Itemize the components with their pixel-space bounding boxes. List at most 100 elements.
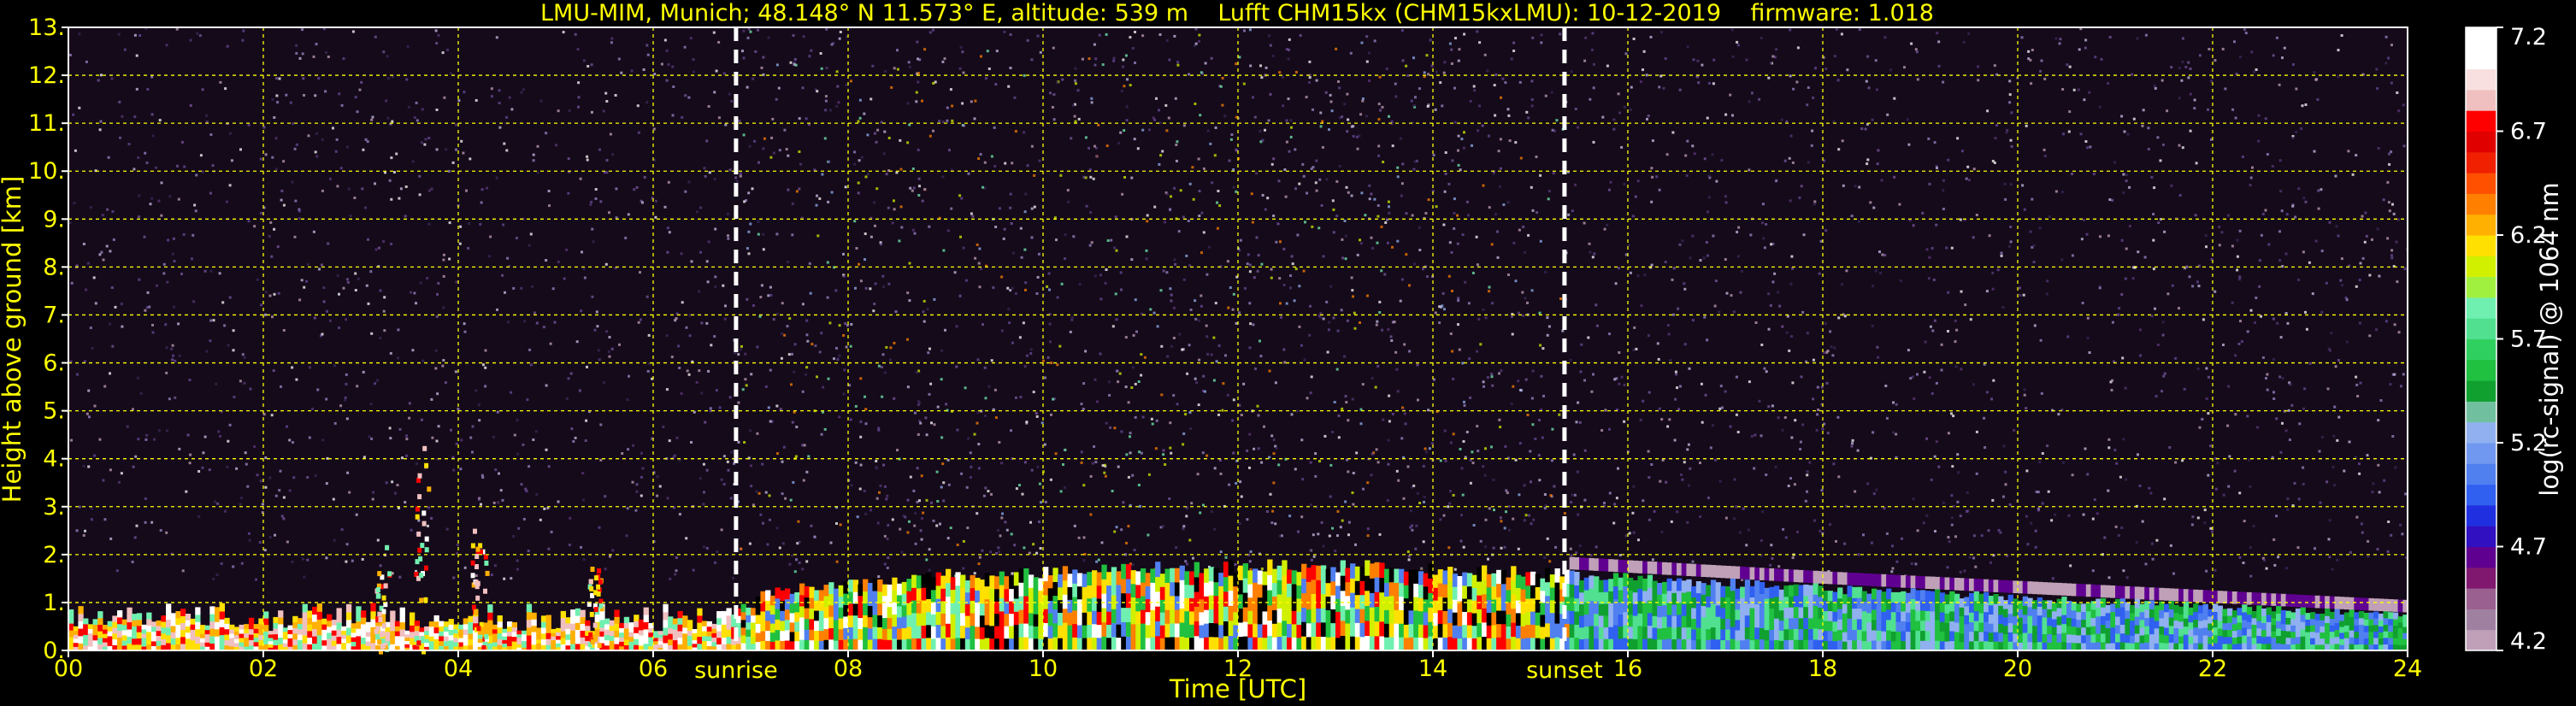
noise-speckle xyxy=(820,332,823,335)
noise-speckle xyxy=(1240,414,1243,416)
noise-speckle xyxy=(456,544,459,546)
noise-speckle xyxy=(1336,509,1340,513)
noise-speckle xyxy=(1936,167,1938,170)
noise-speckle xyxy=(1789,28,1792,32)
noise-speckle xyxy=(2207,412,2210,415)
noise-speckle xyxy=(1833,346,1836,350)
noise-speckle xyxy=(839,31,842,33)
aerosol-cell xyxy=(463,639,469,646)
noise-speckle xyxy=(545,259,548,262)
noise-speckle xyxy=(2288,438,2291,442)
noise-speckle xyxy=(1801,423,1805,427)
noise-speckle xyxy=(2304,103,2308,106)
aerosol-cell xyxy=(321,618,327,625)
noise-speckle xyxy=(927,351,930,355)
noise-speckle xyxy=(993,164,997,168)
aerosol-cell xyxy=(828,616,834,628)
noise-speckle xyxy=(1736,231,1739,233)
noise-speckle xyxy=(1518,493,1521,497)
noise-speckle xyxy=(1264,128,1266,132)
aerosol-cell xyxy=(804,629,810,641)
noise-speckle xyxy=(2359,381,2362,385)
noise-speckle xyxy=(82,243,85,245)
noise-speckle xyxy=(1724,201,1728,204)
aerosol-cell xyxy=(818,640,825,651)
noise-speckle xyxy=(1871,325,1874,327)
noise-speckle xyxy=(1833,55,1836,58)
noise-speckle xyxy=(1933,141,1936,144)
noise-speckle xyxy=(843,368,846,372)
noise-speckle xyxy=(1044,500,1047,503)
noise-speckle xyxy=(275,94,279,97)
noise-speckle xyxy=(303,575,306,579)
noise-speckle xyxy=(2325,281,2328,285)
noise-speckle xyxy=(469,157,472,161)
noise-speckle xyxy=(1010,429,1012,432)
noise-speckle xyxy=(2297,279,2301,281)
noise-speckle xyxy=(520,286,523,290)
aerosol-cell xyxy=(545,621,551,627)
aerosol-cell xyxy=(356,606,362,615)
noise-speckle xyxy=(1141,128,1145,132)
noise-speckle xyxy=(869,509,872,512)
noise-speckle xyxy=(849,344,852,348)
aerosol-cell xyxy=(818,590,825,601)
noise-speckle xyxy=(1321,120,1324,123)
noise-speckle xyxy=(1795,80,1799,84)
noise-speckle xyxy=(925,498,928,502)
noise-speckle xyxy=(815,203,818,207)
noise-speckle xyxy=(838,354,841,357)
aerosol-cell xyxy=(516,630,522,635)
noise-speckle xyxy=(1504,81,1507,85)
aerosol-cell xyxy=(657,634,663,638)
noise-speckle xyxy=(2113,449,2117,452)
noise-speckle xyxy=(1248,263,1252,267)
noise-speckle xyxy=(759,296,763,299)
aerosol-cell xyxy=(833,598,840,610)
noise-speckle xyxy=(2382,198,2385,202)
noise-speckle xyxy=(1325,300,1329,303)
noise-speckle xyxy=(1452,432,1455,436)
noise-speckle xyxy=(1326,350,1329,354)
noise-speckle xyxy=(1781,325,1784,328)
noise-speckle xyxy=(958,194,962,197)
noise-speckle xyxy=(1650,263,1653,267)
noise-speckle xyxy=(918,499,921,503)
noise-speckle xyxy=(1947,536,1950,539)
noise-speckle xyxy=(2227,385,2231,388)
noise-speckle xyxy=(704,421,707,424)
noise-speckle xyxy=(762,248,765,251)
aerosol-cell xyxy=(511,622,517,628)
noise-speckle xyxy=(1463,131,1465,134)
aerosol-cell xyxy=(657,644,663,648)
noise-speckle xyxy=(2128,225,2131,228)
noise-speckle xyxy=(1145,257,1148,261)
noise-speckle xyxy=(890,85,893,89)
noise-speckle xyxy=(376,538,380,542)
noise-speckle xyxy=(1632,485,1636,488)
noise-speckle xyxy=(898,239,901,243)
noise-speckle xyxy=(2396,91,2399,94)
noise-speckle xyxy=(887,556,890,560)
noise-speckle xyxy=(536,171,539,174)
noise-speckle xyxy=(434,29,438,32)
noise-speckle xyxy=(598,358,601,362)
noise-speckle xyxy=(395,152,398,156)
noise-speckle xyxy=(452,576,456,580)
noise-speckle xyxy=(864,232,867,235)
noise-speckle xyxy=(325,482,328,485)
noise-speckle xyxy=(1760,538,1763,542)
noise-speckle xyxy=(1156,325,1159,328)
noise-speckle xyxy=(1011,572,1014,575)
noise-speckle xyxy=(278,489,281,492)
noise-speckle xyxy=(702,503,705,506)
noise-speckle xyxy=(604,568,607,571)
aerosol-cell xyxy=(653,637,659,642)
noise-speckle xyxy=(1937,64,1941,68)
noise-speckle xyxy=(675,436,679,439)
noise-speckle xyxy=(1099,274,1102,277)
noise-speckle xyxy=(1032,391,1035,394)
noise-speckle xyxy=(1174,262,1177,266)
aerosol-cell xyxy=(209,628,215,637)
aerosol-cell xyxy=(551,636,557,640)
